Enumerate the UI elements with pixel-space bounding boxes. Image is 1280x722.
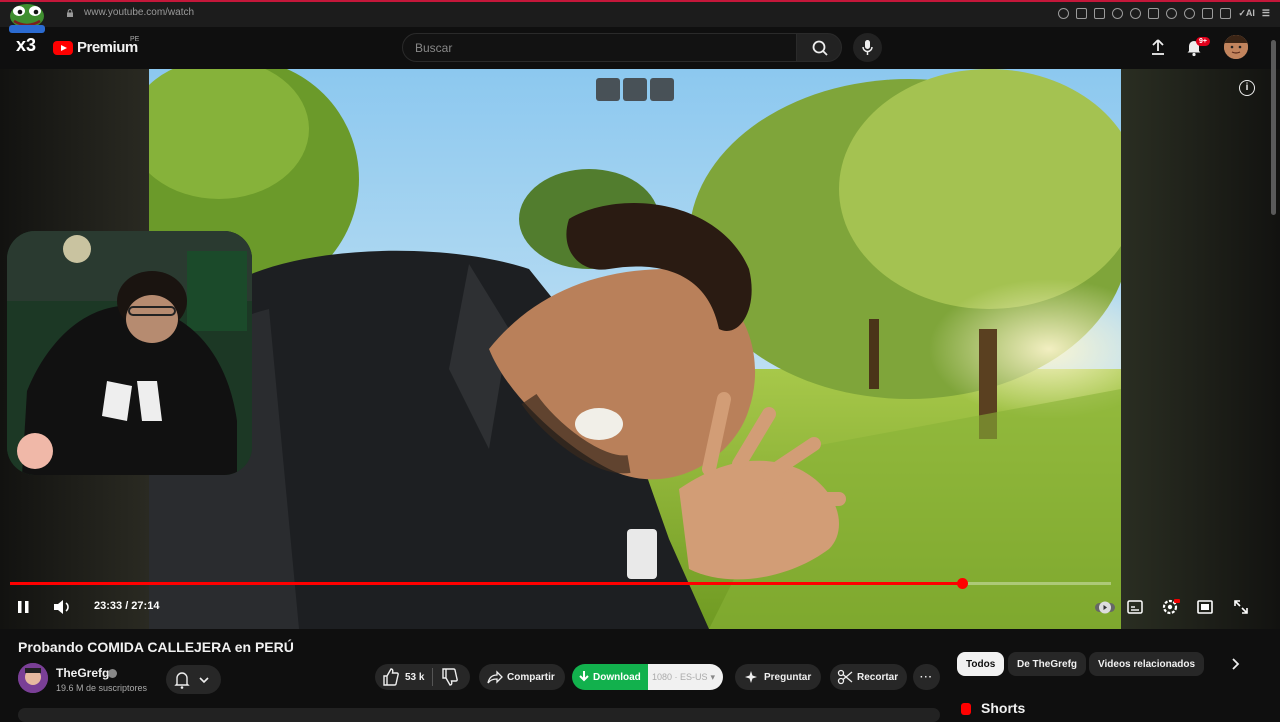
thumbs-up-icon	[383, 668, 399, 686]
streamer-webcam	[7, 231, 252, 475]
svg-text:x3: x3	[16, 35, 36, 54]
more-icon: ···	[920, 671, 933, 683]
logo-text: Premium	[77, 39, 138, 56]
voice-search-button[interactable]	[853, 33, 882, 62]
miniplayer-icon[interactable]	[596, 78, 620, 101]
download-quality-select[interactable]: 1080 · ES-US ▾	[648, 664, 723, 690]
chip-related[interactable]: Videos relacionados	[1089, 652, 1205, 676]
progress-bar[interactable]	[10, 578, 1111, 589]
fullscreen-icon[interactable]	[1232, 598, 1250, 616]
settings-gear-icon[interactable]	[1160, 598, 1180, 616]
avatar-face	[1224, 35, 1248, 59]
subscriber-count: 19.6 M de suscriptores	[56, 683, 148, 693]
download-ext-icon[interactable]	[1130, 8, 1142, 19]
browser-toolbar: www.youtube.com/watch ✓AI ☰	[0, 0, 1280, 27]
country-code: PE	[130, 36, 140, 43]
video-player[interactable]	[149, 69, 1121, 629]
ask-button[interactable]: Preguntar	[735, 664, 821, 690]
share-label: Compartir	[507, 671, 555, 683]
info-icon[interactable]: i	[1239, 80, 1255, 96]
like-button[interactable]: 53 k	[375, 664, 424, 690]
ask-label: Preguntar	[764, 671, 812, 683]
theater-mode-icon[interactable]	[1196, 598, 1214, 616]
skip-icon[interactable]	[650, 78, 674, 101]
clip-label: Recortar	[857, 671, 899, 683]
youtube-play-icon	[53, 40, 73, 55]
like-count: 53 k	[405, 671, 425, 683]
ambient-right	[1121, 69, 1280, 629]
tab-icon[interactable]	[1094, 8, 1106, 19]
search-placeholder: Buscar	[415, 41, 453, 55]
download-button[interactable]: Download 1080 · ES-US ▾	[572, 664, 723, 690]
pause-icon[interactable]	[15, 598, 33, 616]
scissors-icon	[837, 669, 853, 685]
share-icon	[487, 670, 503, 684]
verified-icon	[108, 669, 117, 678]
like-dislike-group: 53 k	[375, 664, 470, 690]
notification-badge: 9+	[1196, 37, 1210, 46]
bookmark-icon[interactable]	[1076, 8, 1088, 19]
clip-button[interactable]: Recortar	[830, 664, 907, 690]
streamer-frog-emote: x3	[9, 4, 45, 54]
extension-icons: ✓AI ☰	[1058, 8, 1270, 19]
download-quality: 1080 · ES-US	[652, 672, 708, 682]
heart-icon[interactable]	[1166, 8, 1178, 19]
video-frame	[149, 69, 1121, 629]
thumbs-down-icon[interactable]	[439, 664, 459, 690]
share-button[interactable]: Compartir	[479, 664, 565, 690]
ai-icon[interactable]: ✓AI	[1238, 8, 1255, 19]
progress-played	[10, 582, 963, 585]
upload-icon[interactable]	[1148, 37, 1168, 57]
like-divider	[432, 668, 434, 686]
webcam-feed	[7, 231, 252, 475]
lock-ext-icon[interactable]	[1220, 8, 1232, 19]
shorts-heading: Shorts	[981, 700, 1026, 716]
zoom-icon[interactable]	[1058, 8, 1070, 19]
time-display: 23:33 / 27:14	[94, 600, 160, 612]
channel-avatar-image	[18, 663, 48, 693]
autoplay-toggle-icon[interactable]	[1094, 598, 1116, 616]
download-label: Download	[593, 671, 641, 683]
volume-icon[interactable]	[52, 598, 72, 616]
lock-icon	[67, 9, 73, 17]
puzzle-icon[interactable]	[1184, 8, 1196, 19]
chevron-right-icon[interactable]	[1228, 657, 1242, 671]
chip-all[interactable]: Todos	[957, 652, 1005, 676]
youtube-premium-logo[interactable]: Premium	[53, 39, 138, 56]
shorts-icon	[961, 703, 971, 715]
shield-icon[interactable]	[1112, 8, 1124, 19]
search-input[interactable]: Buscar	[402, 33, 797, 62]
search-icon	[812, 40, 828, 56]
address-bar[interactable]: www.youtube.com/watch	[84, 7, 194, 18]
search-button[interactable]	[796, 33, 842, 62]
download-arrow-icon	[579, 671, 589, 682]
subtitles-icon[interactable]	[1126, 598, 1144, 616]
video-title: Probando COMIDA CALLEJERA en PERÚ	[18, 639, 294, 655]
menu-icon[interactable]: ☰	[1262, 8, 1270, 19]
microphone-icon	[862, 40, 873, 55]
picture-in-picture-icon[interactable]	[623, 78, 647, 101]
more-actions-button[interactable]: ···	[913, 664, 940, 690]
bell-dropdown-icon	[174, 672, 209, 689]
avatar[interactable]	[1224, 35, 1248, 59]
chip-from-channel[interactable]: De TheGrefg	[1008, 652, 1087, 676]
subscription-bell-button[interactable]	[166, 665, 221, 694]
play-ext-icon[interactable]	[1148, 8, 1160, 19]
channel-avatar[interactable]	[18, 663, 48, 693]
page-scrollbar[interactable]	[1271, 40, 1276, 215]
download-main[interactable]: Download	[572, 664, 648, 690]
quality-dropdown-icon: ▾	[710, 671, 716, 682]
profile-ext-icon[interactable]	[1202, 8, 1214, 19]
video-overlay-tools	[596, 78, 674, 101]
channel-name[interactable]: TheGrefg	[56, 666, 109, 680]
sparkle-icon	[745, 671, 757, 683]
